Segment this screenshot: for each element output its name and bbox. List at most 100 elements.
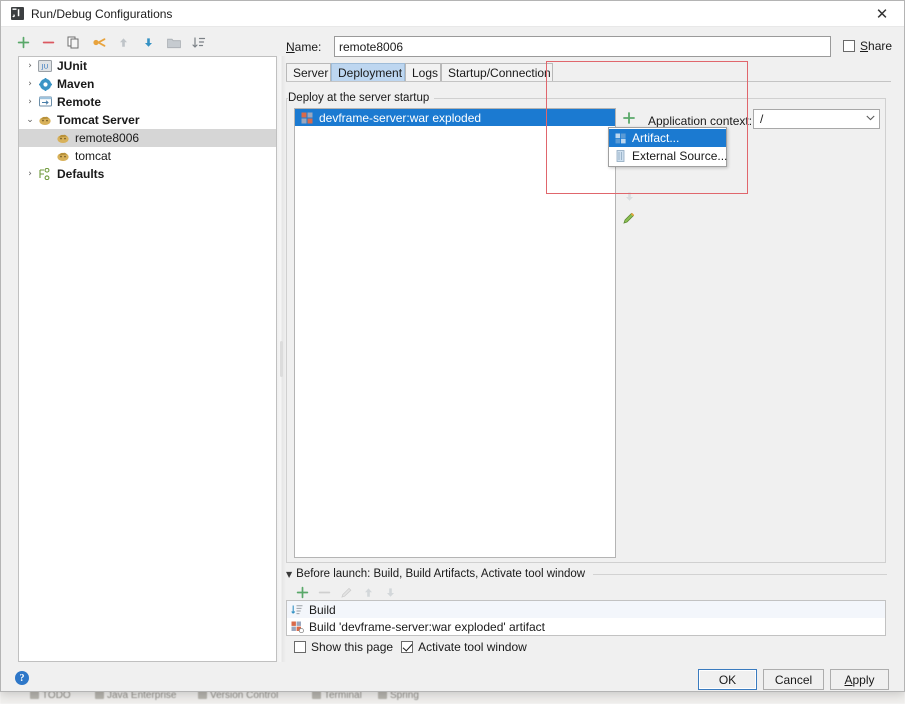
show-this-page-label: Show this page (311, 640, 394, 654)
tree-item-tomcat-server[interactable]: ⌄ Tomcat Server (19, 111, 276, 129)
menu-item-label: Artifact... (632, 131, 680, 145)
deploy-group-label: Deploy at the server startup (288, 92, 435, 104)
tab-logs[interactable]: Logs (405, 63, 441, 82)
tree-item-remote[interactable]: › Remote (19, 93, 276, 111)
tree-item-label: Defaults (57, 167, 105, 181)
defaults-icon (37, 167, 53, 182)
expander-icon[interactable]: › (23, 79, 37, 89)
apply-button[interactable]: Apply (830, 669, 889, 690)
move-artifact-down-button[interactable] (619, 186, 639, 206)
splitter-grip[interactable] (280, 341, 283, 377)
ok-button[interactable]: OK (698, 669, 757, 690)
move-down-button[interactable] (140, 34, 157, 51)
move-task-down-button[interactable] (382, 584, 399, 601)
artifact-list-item[interactable]: devframe-server:war exploded (295, 109, 615, 126)
chevron-down-icon[interactable] (861, 114, 879, 124)
dialog-title-bar: Run/Debug Configurations ✕ (1, 1, 904, 27)
tree-item-tomcat[interactable]: tomcat (19, 147, 276, 165)
tab-startup-connection[interactable]: Startup/Connection (441, 63, 553, 82)
before-launch-task-list[interactable]: Build Build 'devframe-server:war explode… (286, 600, 886, 636)
expander-icon[interactable]: ⌄ (23, 115, 37, 125)
header-rule (593, 573, 887, 575)
share-checkbox-box[interactable] (843, 40, 855, 52)
cancel-button[interactable]: Cancel (763, 669, 824, 690)
dialog-splitter[interactable] (277, 56, 286, 662)
name-row: Name: Share (286, 36, 892, 58)
menu-item-external-source[interactable]: External Source... (609, 147, 728, 165)
task-label: Build 'devframe-server:war exploded' art… (309, 619, 546, 634)
edit-task-button[interactable] (338, 584, 355, 601)
menu-item-label: External Source... (632, 149, 728, 163)
before-launch-header[interactable]: ▼ Before launch: Build, Build Artifacts,… (286, 567, 891, 581)
activate-tool-window-box[interactable] (401, 641, 414, 653)
tomcat-icon (55, 131, 71, 146)
tree-item-remote8006[interactable]: remote8006 (19, 129, 276, 147)
collapse-triangle-icon[interactable]: ▼ (286, 570, 292, 579)
close-icon[interactable]: ✕ (860, 1, 904, 27)
show-this-page-box[interactable] (294, 641, 306, 653)
edit-artifact-button[interactable] (619, 208, 639, 228)
remote-icon (37, 95, 53, 110)
tomcat-icon (55, 149, 71, 164)
svg-text:JU: JU (41, 63, 49, 71)
configuration-editor-pane: Name: Share Server Deployment Logs Start… (286, 32, 892, 657)
dialog-title: Run/Debug Configurations (31, 7, 173, 21)
name-input[interactable] (334, 36, 831, 57)
task-row-build-artifact[interactable]: Build 'devframe-server:war exploded' art… (287, 618, 885, 635)
tree-item-junit[interactable]: › JU JUnit (19, 57, 276, 75)
remove-task-button[interactable] (316, 584, 333, 601)
application-context-combo[interactable]: / (753, 109, 880, 129)
intellij-logo-icon (11, 7, 24, 20)
tree-item-maven[interactable]: › Maven (19, 75, 276, 93)
configurations-toolbar (15, 34, 275, 54)
artifact-build-icon (290, 620, 305, 633)
add-artifact-popup-menu[interactable]: Artifact... External Source... (608, 127, 727, 167)
move-task-up-button[interactable] (360, 584, 377, 601)
external-source-icon (613, 150, 628, 163)
application-context-value: / (760, 112, 764, 126)
help-icon[interactable]: ? (15, 671, 29, 685)
show-this-page-checkbox[interactable]: Show this page (294, 640, 393, 654)
tab-deployment[interactable]: Deployment (331, 63, 405, 82)
activate-tool-window-label: Activate tool window (418, 640, 527, 654)
tree-item-label: Remote (57, 95, 102, 109)
share-checkbox[interactable]: Share (843, 39, 892, 53)
task-label: Build (309, 602, 336, 617)
artifact-icon (613, 132, 628, 145)
before-launch-options: Show this page Activate tool window (294, 640, 527, 654)
artifact-icon (299, 110, 315, 125)
tomcat-icon (37, 113, 53, 128)
tree-item-label: Tomcat Server (57, 113, 140, 127)
tree-item-label: remote8006 (75, 131, 140, 145)
expander-icon[interactable]: › (23, 61, 37, 71)
create-folder-button[interactable] (165, 34, 182, 51)
tree-item-label: tomcat (75, 149, 112, 163)
tab-server[interactable]: Server (286, 63, 331, 82)
copy-configuration-button[interactable] (65, 34, 82, 51)
junit-icon: JU (37, 59, 53, 74)
move-up-button[interactable] (115, 34, 132, 51)
run-debug-configurations-dialog: Run/Debug Configurations ✕ › JU JUnit › … (0, 0, 905, 692)
add-configuration-button[interactable] (15, 34, 32, 51)
add-artifact-button[interactable] (619, 108, 639, 128)
artifact-label: devframe-server:war exploded (319, 110, 482, 125)
save-configuration-button[interactable] (90, 34, 107, 51)
deployment-artifact-list[interactable]: devframe-server:war exploded (294, 108, 616, 558)
before-launch-title: Before launch: Build, Build Artifacts, A… (296, 568, 586, 580)
menu-item-artifact[interactable]: Artifact... (609, 129, 726, 147)
add-task-button[interactable] (294, 584, 311, 601)
tree-item-defaults[interactable]: › Defaults (19, 165, 276, 183)
configurations-tree[interactable]: › JU JUnit › Maven › Remote ⌄ Tomcat Ser… (18, 56, 277, 662)
activate-tool-window-checkbox[interactable]: Activate tool window (401, 640, 527, 654)
expander-icon[interactable]: › (23, 97, 37, 107)
expander-icon[interactable]: › (23, 169, 37, 179)
build-icon (290, 603, 305, 616)
name-label: Name: (286, 40, 322, 54)
tabstrip-underline (286, 81, 891, 82)
remove-configuration-button[interactable] (40, 34, 57, 51)
task-row-build[interactable]: Build (287, 601, 885, 618)
maven-icon (37, 77, 53, 92)
application-context-label: Application context: (648, 114, 753, 128)
sort-configurations-button[interactable] (190, 34, 207, 51)
tree-item-label: JUnit (57, 59, 87, 73)
